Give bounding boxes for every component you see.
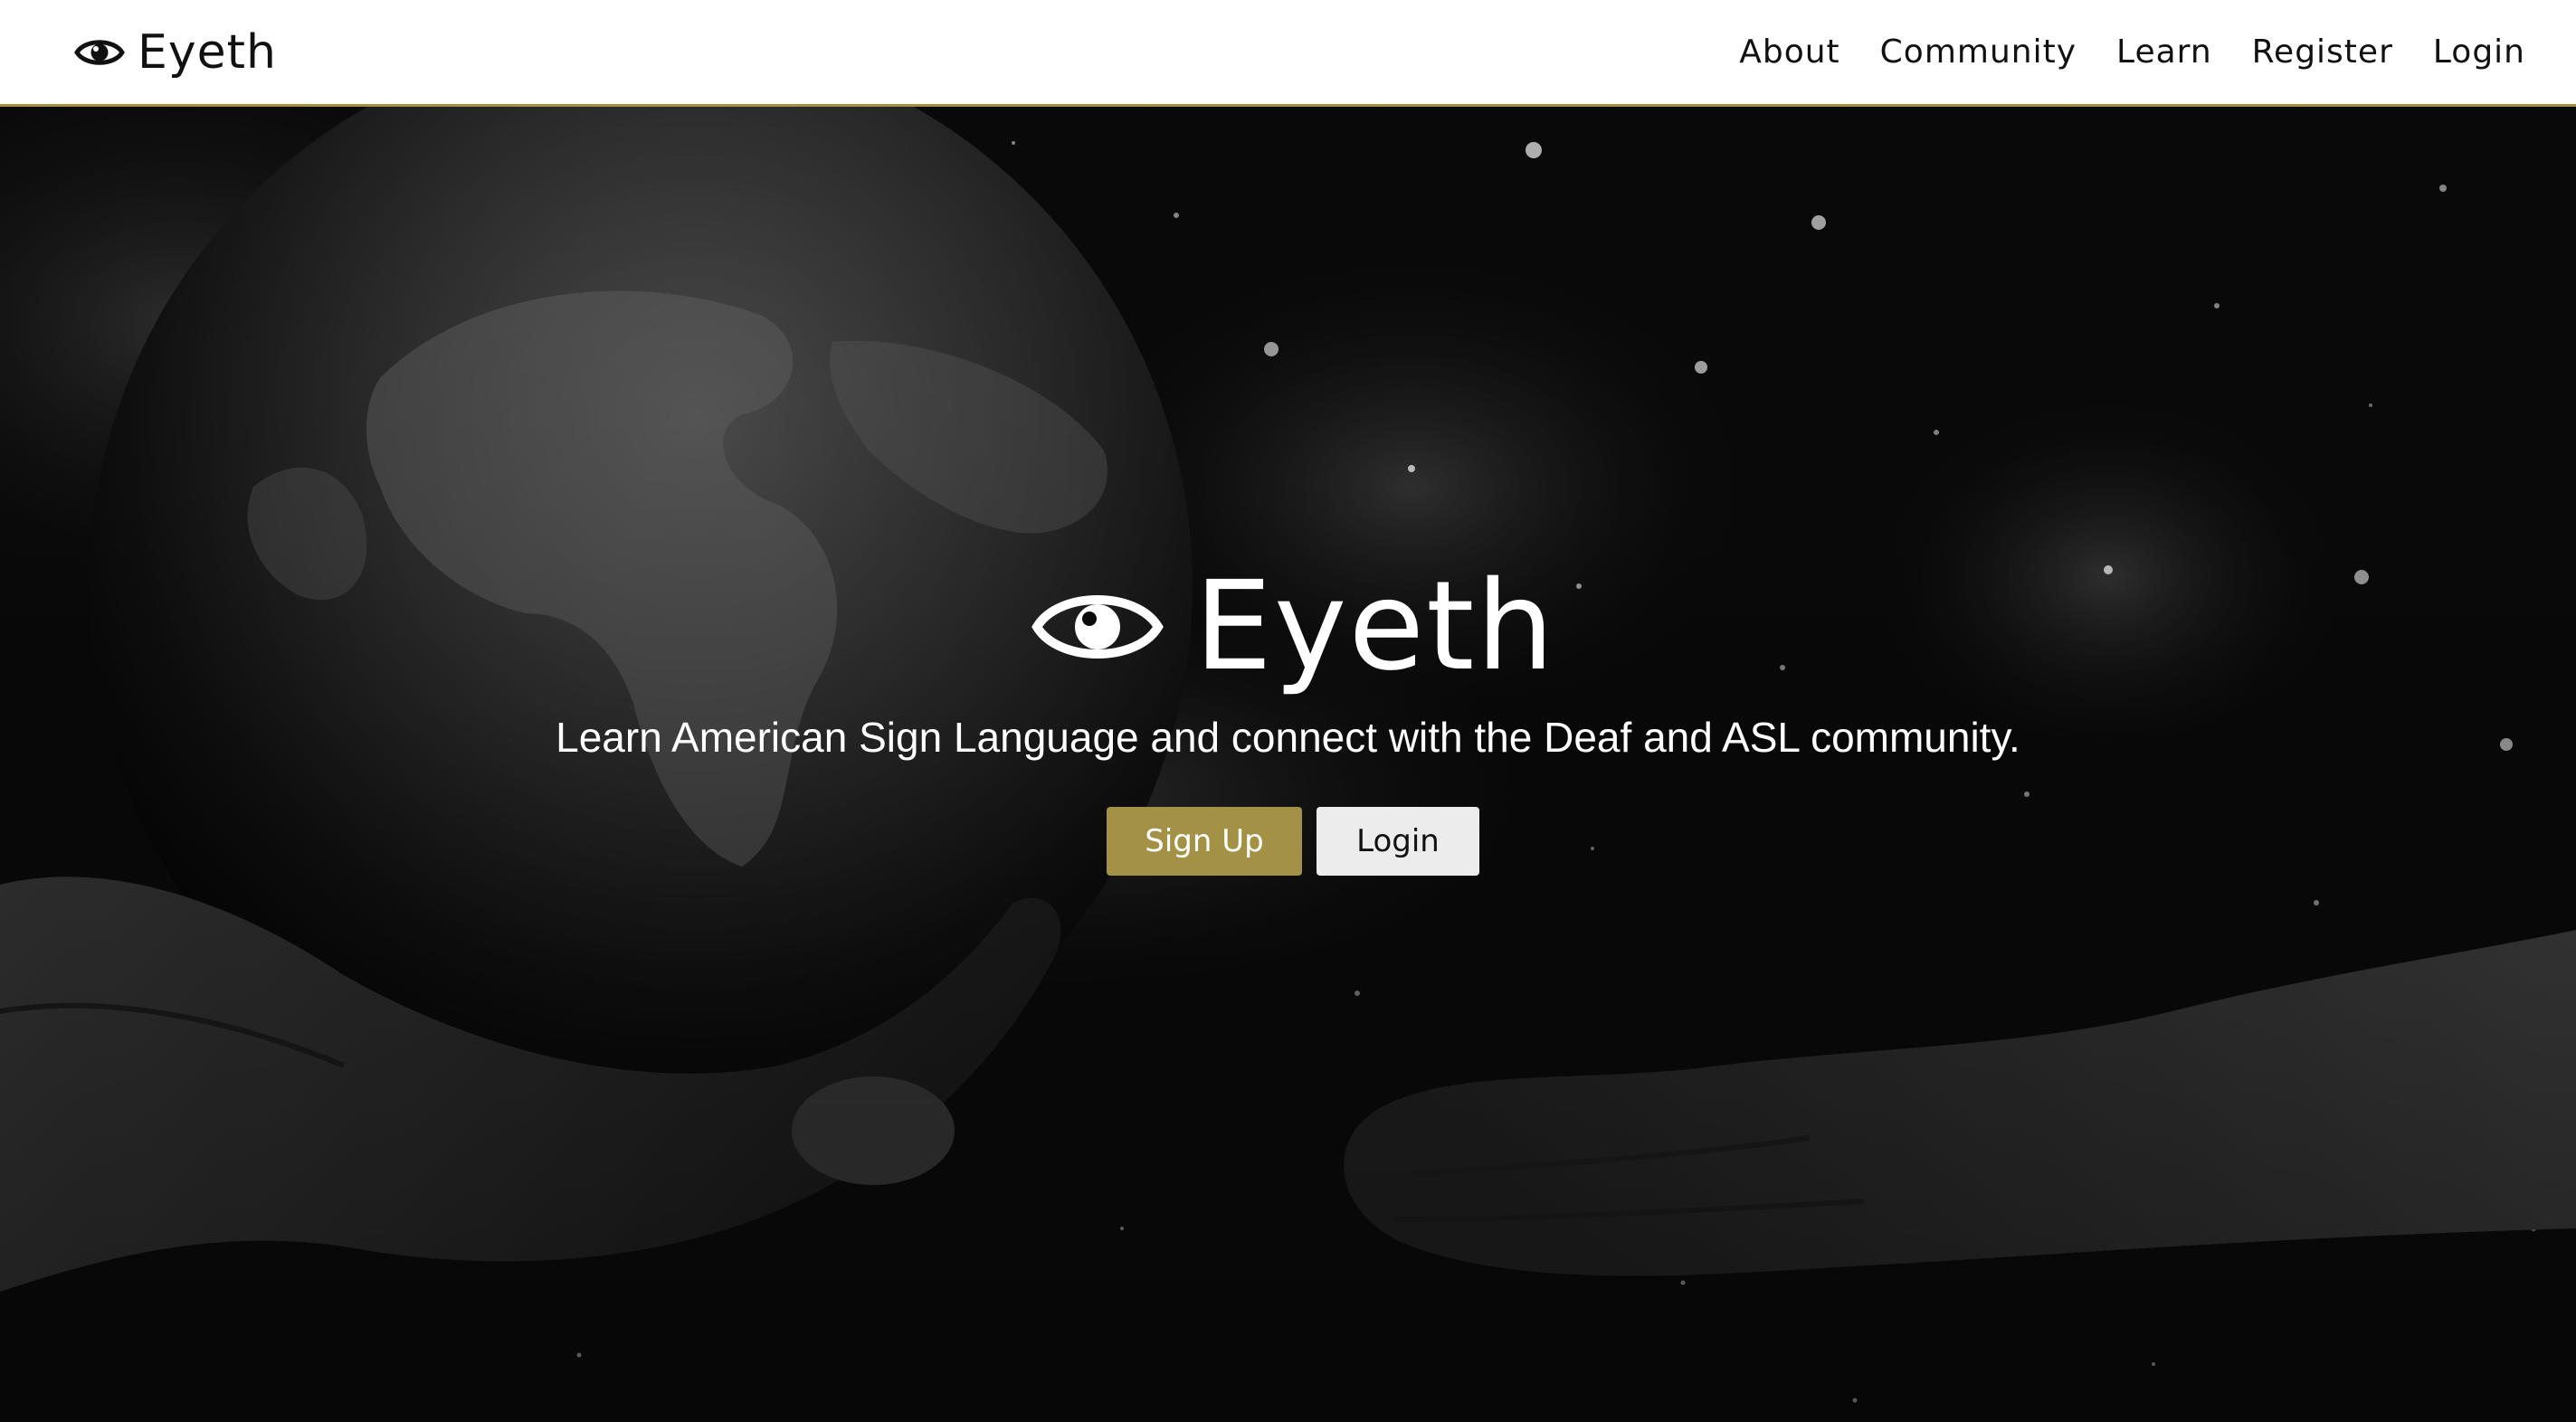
nav-link-community[interactable]: Community bbox=[1880, 33, 2077, 71]
sign-up-button[interactable]: Sign Up bbox=[1107, 807, 1302, 876]
brand-logo-link[interactable]: Eyeth bbox=[74, 20, 277, 85]
top-navbar: Eyeth About Community Learn Register Log… bbox=[0, 0, 2576, 107]
eye-icon bbox=[74, 40, 125, 65]
hero-brand-name: Eyeth bbox=[1194, 555, 1556, 698]
nav-links: About Community Learn Register Login bbox=[1739, 0, 2525, 104]
nav-link-learn[interactable]: Learn bbox=[2116, 33, 2212, 71]
hero-tagline: Learn American Sign Language and connect… bbox=[556, 714, 2020, 761]
hero-logo: Eyeth bbox=[1031, 559, 1574, 695]
nav-link-about[interactable]: About bbox=[1739, 33, 1839, 71]
hero-section: Eyeth Learn American Sign Language and c… bbox=[0, 107, 2576, 1422]
eye-icon bbox=[1031, 595, 1164, 659]
nav-link-login[interactable]: Login bbox=[2433, 33, 2525, 71]
nav-link-register[interactable]: Register bbox=[2252, 33, 2393, 71]
brand-name: Eyeth bbox=[138, 25, 277, 80]
hero-content: Eyeth Learn American Sign Language and c… bbox=[0, 107, 2576, 1422]
login-button[interactable]: Login bbox=[1317, 807, 1479, 876]
